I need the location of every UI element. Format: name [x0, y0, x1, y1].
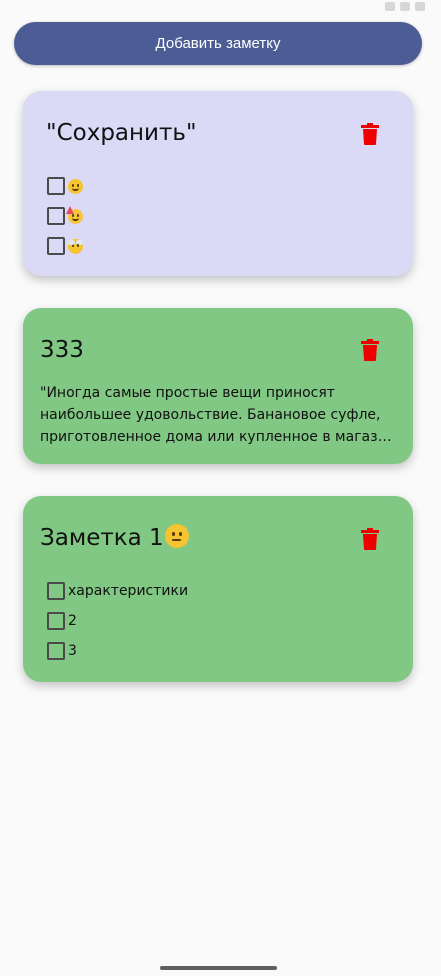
- note-title: 333: [40, 337, 84, 363]
- neutral-face-icon: [164, 524, 189, 548]
- signal-icon: [400, 2, 410, 11]
- checklist: [47, 171, 83, 261]
- note-card[interactable]: Заметка 1 характеристики 2 3: [23, 496, 413, 682]
- checklist-item: 2: [47, 606, 188, 636]
- checkbox[interactable]: [47, 642, 65, 660]
- checklist-item: [47, 231, 83, 261]
- note-title-text: Заметка 1: [40, 525, 164, 551]
- partying-face-icon: [66, 205, 83, 224]
- note-text-line: наибольшее удовольствие. Банановое суфле…: [40, 407, 381, 423]
- note-text-line: "Иногда самые простые вещи приносят: [40, 385, 335, 401]
- checkbox[interactable]: [47, 612, 65, 630]
- note-text: "Иногда самые простые вещи приносят наиб…: [40, 382, 400, 448]
- checklist-item: [47, 171, 83, 201]
- checklist: характеристики 2 3: [47, 576, 188, 666]
- home-indicator[interactable]: [160, 966, 277, 970]
- note-card[interactable]: 333 "Иногда самые простые вещи приносят …: [23, 308, 413, 464]
- add-note-button[interactable]: Добавить заметку: [14, 22, 422, 65]
- checkbox[interactable]: [47, 177, 65, 195]
- trash-icon[interactable]: [361, 339, 379, 361]
- trash-icon[interactable]: [361, 123, 379, 145]
- checklist-item: характеристики: [47, 576, 188, 606]
- battery-icon: [415, 2, 425, 11]
- trash-icon[interactable]: [361, 528, 379, 550]
- note-text-line: приготовленное дома или купленное в мага…: [40, 429, 400, 445]
- status-icons: [385, 2, 425, 11]
- checkbox[interactable]: [47, 237, 65, 255]
- checkbox[interactable]: [47, 207, 65, 225]
- checkbox[interactable]: [47, 582, 65, 600]
- face-in-clouds-icon: [68, 238, 83, 254]
- checklist-item-text: характеристики: [68, 583, 189, 599]
- note-card[interactable]: "Сохранить": [23, 91, 413, 276]
- note-title: Заметка 1: [40, 524, 189, 551]
- checklist-item: [47, 201, 83, 231]
- status-bar: [0, 0, 441, 18]
- smiling-face-icon: [68, 178, 83, 194]
- checklist-item: 3: [47, 636, 188, 666]
- note-title: "Сохранить": [46, 120, 197, 146]
- checklist-item-text: 2: [68, 613, 77, 629]
- checklist-item-text: 3: [68, 643, 77, 659]
- wifi-icon: [385, 2, 395, 11]
